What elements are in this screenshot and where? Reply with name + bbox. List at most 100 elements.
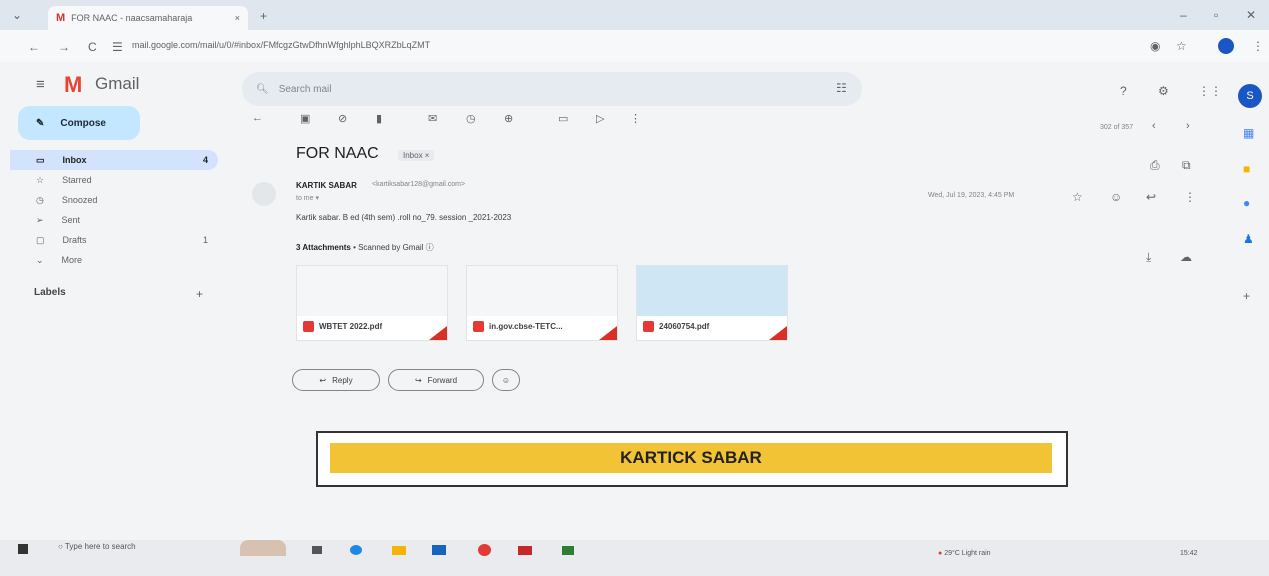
sidebar-item-label: Snoozed xyxy=(61,195,98,205)
add-task-icon[interactable]: ⊕ xyxy=(504,112,513,125)
edge-icon[interactable] xyxy=(350,545,362,555)
weather-icon: ● xyxy=(938,550,943,557)
save-to-drive-icon[interactable]: ☁ xyxy=(1180,250,1192,264)
taskbar-image-icon[interactable] xyxy=(240,540,286,556)
attachments-count: 3 Attachments xyxy=(296,243,351,252)
recipient-details[interactable]: to me ▾ xyxy=(296,194,319,202)
minimize-icon[interactable]: – xyxy=(1180,8,1187,22)
emoji-react-icon[interactable]: ☺ xyxy=(1110,190,1122,204)
attachment-thumbnail xyxy=(467,266,617,316)
profile-avatar[interactable] xyxy=(1218,38,1234,54)
account-avatar[interactable]: S xyxy=(1238,84,1262,108)
clock-icon: ◷ xyxy=(36,194,44,205)
calendar-icon[interactable]: ▦ xyxy=(1243,126,1254,140)
older-icon[interactable]: › xyxy=(1186,120,1190,132)
taskbar xyxy=(0,540,1269,576)
add-label-icon[interactable]: + xyxy=(196,287,203,301)
settings-gear-icon[interactable]: ⚙ xyxy=(1158,84,1169,98)
emoji-button[interactable]: ☺ xyxy=(492,369,520,391)
forward-button[interactable]: ↪ Forward xyxy=(388,369,484,391)
search-options-icon[interactable]: ☷ xyxy=(836,81,847,95)
sidebar-item-snoozed[interactable]: ◷ Snoozed xyxy=(10,190,218,210)
compose-button[interactable]: ✎ Compose xyxy=(18,106,140,140)
tasks-icon[interactable]: ● xyxy=(1243,196,1250,210)
maximize-icon[interactable]: ▫ xyxy=(1214,8,1218,22)
mark-unread-icon[interactable]: ✉ xyxy=(428,112,437,125)
close-window-icon[interactable]: ✕ xyxy=(1246,8,1256,22)
main-menu-icon[interactable]: ≡ xyxy=(36,76,45,93)
print-icon[interactable]: ⎙ xyxy=(1150,158,1160,173)
tab-close-icon[interactable]: × xyxy=(235,13,240,23)
search-icon: ○ xyxy=(58,542,63,551)
download-all-icon[interactable]: ⤓ xyxy=(1146,250,1151,265)
app-icon[interactable] xyxy=(518,546,532,555)
browser-menu-icon[interactable]: ⋮ xyxy=(1252,39,1264,53)
archive-icon[interactable]: ▣ xyxy=(300,112,310,125)
search-input[interactable]: 🔍︎ Search mail xyxy=(242,72,862,106)
taskbar-search[interactable]: ○ Type here to search xyxy=(58,542,136,551)
store-icon[interactable] xyxy=(432,545,446,555)
sender-email: <kartiksabar128@gmail.com> xyxy=(372,181,466,188)
more-icon[interactable]: ⋮ xyxy=(1184,190,1196,204)
label-icon[interactable]: ▷ xyxy=(596,112,604,125)
attachment-card[interactable]: 24060754.pdf xyxy=(636,265,788,341)
pagination-count: 302 of 357 xyxy=(1100,124,1134,131)
sidebar-item-sent[interactable]: ➢ Sent xyxy=(10,210,218,230)
sidebar-item-more[interactable]: ⌄ More xyxy=(10,250,218,270)
attachment-card[interactable]: WBTET 2022.pdf xyxy=(296,265,448,341)
url-field[interactable]: mail.google.com/mail/u/0/#inbox/FMfcgzGt… xyxy=(132,40,430,50)
site-info-icon[interactable]: ☰ xyxy=(112,40,123,54)
forward-button[interactable]: → xyxy=(58,40,70,54)
delete-icon[interactable]: ▮ xyxy=(376,112,382,125)
sidebar-item-count: 4 xyxy=(202,155,208,165)
excel-icon[interactable] xyxy=(562,546,574,555)
new-tab-button[interactable]: + xyxy=(260,9,267,23)
star-icon: ☆ xyxy=(36,174,45,185)
get-addons-icon[interactable]: + xyxy=(1243,289,1250,303)
sidebar-item-inbox[interactable]: ▭ Inbox 4 xyxy=(10,150,218,170)
sidebar-item-drafts[interactable]: ▢ Drafts 1 xyxy=(10,230,218,250)
forward-icon: ↪ xyxy=(414,375,422,385)
snooze-icon[interactable]: ◷ xyxy=(466,112,476,125)
apps-grid-icon[interactable]: ⋮⋮ xyxy=(1198,84,1222,98)
reply-icon[interactable]: ↩ xyxy=(1146,190,1156,204)
move-to-icon[interactable]: ▭ xyxy=(558,112,568,125)
sidebar-item-starred[interactable]: ☆ Starred xyxy=(10,170,218,190)
back-button[interactable]: ← xyxy=(28,40,40,54)
help-icon[interactable]: ? xyxy=(1120,84,1127,98)
chrome-icon[interactable] xyxy=(478,544,491,556)
compose-label: Compose xyxy=(60,117,106,129)
browser-tab[interactable]: M FOR NAAC - naacsamaharaja × xyxy=(48,6,248,30)
eye-icon[interactable]: ◉ xyxy=(1150,39,1160,53)
inbox-label-chip[interactable]: Inbox × xyxy=(398,150,435,161)
report-spam-icon[interactable]: ⊘ xyxy=(338,112,347,125)
pdf-icon xyxy=(303,321,314,332)
labels-heading: Labels xyxy=(34,287,66,298)
bookmark-star-icon[interactable]: ☆ xyxy=(1176,39,1187,53)
gmail-logo-icon: M xyxy=(64,72,83,97)
contacts-icon[interactable]: ♟ xyxy=(1243,232,1254,246)
back-to-inbox-icon[interactable]: ← xyxy=(252,112,263,124)
weather-widget[interactable]: ● 29°C Light rain xyxy=(938,550,991,557)
reply-icon: ↩ xyxy=(319,375,327,385)
more-options-icon[interactable]: ⋮ xyxy=(630,112,641,125)
reload-button[interactable]: C xyxy=(88,40,97,54)
keep-icon[interactable]: ■ xyxy=(1243,162,1250,176)
newer-icon[interactable]: ‹ xyxy=(1152,120,1156,132)
star-icon[interactable]: ☆ xyxy=(1072,190,1083,204)
open-new-window-icon[interactable]: ⧉ xyxy=(1182,158,1191,173)
attachment-name: WBTET 2022.pdf xyxy=(319,322,383,331)
sidebar-item-label: More xyxy=(61,255,83,265)
attachment-corner-icon xyxy=(599,326,617,340)
task-view-icon[interactable] xyxy=(312,546,322,554)
tab-search-icon[interactable]: ⌄ xyxy=(12,8,22,22)
email-date: Wed, Jul 19, 2023, 4:45 PM xyxy=(928,192,1015,199)
start-icon[interactable] xyxy=(18,544,28,554)
pdf-icon xyxy=(643,321,654,332)
reply-button[interactable]: ↩ Reply xyxy=(292,369,380,391)
file-explorer-icon[interactable] xyxy=(392,546,406,555)
clock: 15:42 xyxy=(1180,550,1198,557)
name-banner: KARTICK SABAR xyxy=(316,431,1068,487)
draft-icon: ▢ xyxy=(36,234,45,245)
attachment-card[interactable]: in.gov.cbse-TETC... xyxy=(466,265,618,341)
